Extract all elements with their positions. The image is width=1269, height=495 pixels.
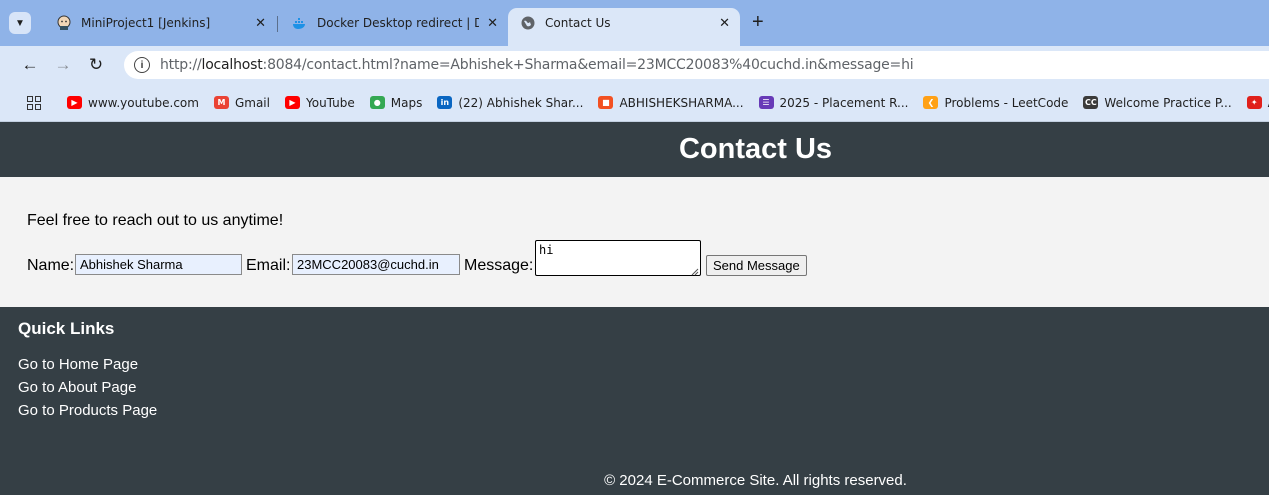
maps-icon: ●	[369, 96, 385, 109]
bookmark-label: www.youtube.com	[88, 95, 199, 110]
site-footer: Quick Links Go to Home Page Go to About …	[0, 307, 1269, 495]
youtube-icon: ▶	[67, 96, 82, 109]
message-textarea[interactable]: hi	[535, 240, 701, 276]
youtube-icon: ▶	[284, 96, 300, 109]
tab-contact-us[interactable]: Contact Us ✕	[508, 8, 740, 46]
email-input[interactable]	[292, 254, 460, 275]
about-page-link[interactable]: Go to About Page	[18, 379, 136, 396]
jenkins-icon	[56, 15, 72, 31]
email-label: Email:	[246, 257, 291, 274]
forward-arrow-icon[interactable]: →	[53, 55, 73, 75]
site-header: Contact Us	[0, 122, 1269, 177]
name-label: Name:	[27, 257, 75, 274]
bookmarks-bar: ▶ www.youtube.com M Gmail ▶ YouTube ● Maps in (22…	[0, 84, 1269, 122]
reload-icon[interactable]: ↻	[86, 55, 106, 75]
globe-icon	[520, 15, 536, 31]
page-title: Contact Us	[678, 133, 833, 165]
apps-grid-icon[interactable]	[27, 95, 41, 110]
bookmark-item[interactable]: ● Maps	[369, 95, 423, 110]
tab-search-button[interactable]: ▼	[9, 12, 31, 34]
bookmark-label: Welcome Practice P...	[1104, 95, 1232, 110]
tab-title: Docker Desktop redirect | Dock	[317, 16, 480, 30]
send-message-button[interactable]: Send Message	[706, 255, 807, 276]
bookmark-item[interactable]: ■ ABHISHEKSHARMA...	[598, 95, 744, 110]
gmail-icon: M	[213, 96, 229, 109]
site-info-icon[interactable]: i	[134, 57, 150, 73]
tab-jenkins[interactable]: MiniProject1 [Jenkins] ✕	[44, 8, 276, 38]
copyright-text: © 2024 E-Commerce Site. All rights reser…	[604, 472, 907, 489]
bookmark-item[interactable]: ✦Adobe Acrobat	[1246, 96, 1269, 110]
back-arrow-icon[interactable]: ←	[20, 55, 40, 75]
contact-section: Feel free to reach out to us anytime! Na…	[0, 177, 1269, 307]
web-page: Contact Us Feel free to reach out to us …	[0, 122, 1269, 495]
url-text: http://localhost:8084/contact.html?name=…	[160, 57, 914, 73]
resize-grip-icon[interactable]	[691, 268, 699, 276]
address-bar[interactable]: i http://localhost:8084/contact.html?nam…	[124, 51, 1269, 79]
close-icon[interactable]: ✕	[255, 16, 266, 31]
bookmark-item[interactable]: CC Welcome Practice P...	[1083, 95, 1232, 110]
message-label: Message:	[464, 257, 534, 274]
new-tab-button[interactable]: +	[752, 12, 764, 32]
leetcode-icon: ❮	[923, 96, 939, 109]
bookmark-item[interactable]: in (22) Abhishek Shar...	[437, 96, 583, 110]
browser-toolbar: ← → ↻ i http://localhost:8084/contact.ht…	[0, 46, 1269, 84]
forms-icon: ☰	[758, 96, 774, 109]
products-page-link[interactable]: Go to Products Page	[18, 402, 157, 419]
bookmark-label: YouTube	[305, 95, 355, 110]
close-icon[interactable]: ✕	[719, 16, 730, 31]
name-input[interactable]	[75, 254, 242, 275]
bookmark-label: ABHISHEKSHARMA...	[619, 95, 744, 110]
close-icon[interactable]: ✕	[487, 16, 498, 31]
linkedin-icon: in	[437, 96, 453, 109]
bookmark-item[interactable]: ☰ 2025 - Placement R...	[758, 95, 909, 110]
tab-docker[interactable]: Docker Desktop redirect | Dock ✕	[280, 8, 508, 38]
intro-text: Feel free to reach out to us anytime!	[27, 212, 284, 229]
bookmark-item[interactable]: ▶ YouTube	[284, 95, 355, 110]
bookmark-label: Maps	[390, 95, 423, 110]
tab-divider	[277, 16, 278, 32]
chevron-down-icon: ▼	[15, 17, 25, 29]
home-page-link[interactable]: Go to Home Page	[18, 356, 138, 373]
bookmark-label: Gmail	[234, 95, 270, 110]
bookmark-label: Problems - LeetCode	[944, 95, 1069, 110]
quick-links-title: Quick Links	[18, 319, 115, 338]
microsoft-icon: ■	[598, 96, 614, 109]
acrobat-icon: ✦	[1246, 96, 1262, 109]
tab-title: MiniProject1 [Jenkins]	[81, 16, 211, 30]
bookmark-item[interactable]: ❮ Problems - LeetCode	[923, 96, 1068, 110]
tab-strip: ▼ MiniProject1 [Jenkins] ✕ Docker Deskto…	[0, 0, 1269, 46]
bookmark-item[interactable]: M Gmail	[213, 95, 270, 110]
cc-icon: CC	[1083, 96, 1099, 109]
bookmark-label: (22) Abhishek Shar...	[458, 95, 584, 110]
bookmark-label: 2025 - Placement R...	[779, 95, 909, 110]
bookmark-item[interactable]: ▶ www.youtube.com	[67, 96, 199, 110]
tab-title: Contact Us	[545, 16, 611, 30]
contact-form: Name: Email: Message: hi Send Message	[27, 240, 1227, 294]
docker-icon	[292, 15, 308, 31]
